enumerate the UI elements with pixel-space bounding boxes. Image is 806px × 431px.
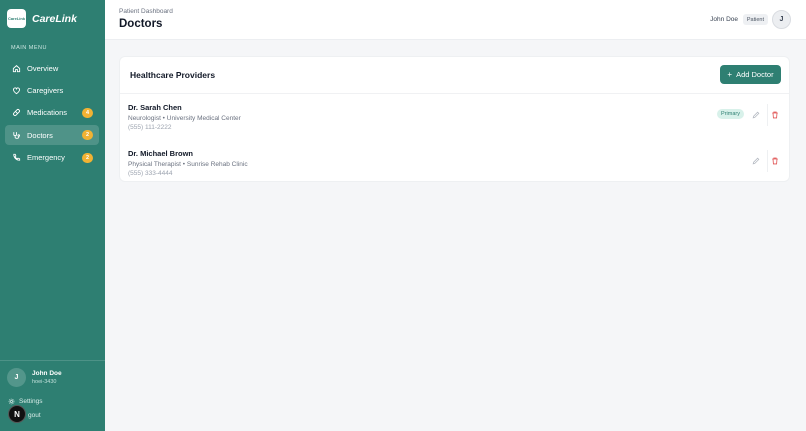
sidebar-item-label: Medications	[27, 108, 68, 118]
role-badge: Patient	[742, 14, 768, 25]
card-title: Healthcare Providers	[130, 70, 216, 80]
trash-icon[interactable]	[770, 156, 779, 165]
logout-link[interactable]: gout	[28, 412, 41, 419]
doctor-name: Dr. Michael Brown	[128, 149, 194, 158]
plus-icon: +	[727, 70, 733, 79]
add-doctor-button[interactable]: + Add Doctor	[720, 65, 781, 84]
user-text: John Doe hoei-3430	[32, 370, 62, 385]
primary-badge: Primary	[717, 109, 744, 119]
pill-icon	[11, 108, 21, 118]
doctor-phone: (555) 111-2222	[128, 124, 172, 131]
main-nav: Overview Caregivers Medications 4 Doctor…	[5, 58, 99, 170]
page-title: Doctors	[119, 18, 163, 30]
avatar: J	[7, 368, 26, 387]
app-name: CareLink	[32, 12, 77, 25]
emergency-count-badge: 2	[82, 152, 93, 163]
sidebar-item-caregivers[interactable]: Caregivers	[5, 80, 99, 100]
providers-card: Healthcare Providers + Add Doctor Dr. Sa…	[119, 56, 790, 182]
doctor-specialty: Physical Therapist • Sunrise Rehab Clini…	[128, 161, 248, 168]
breadcrumb: Patient Dashboard	[119, 8, 173, 15]
doctor-phone: (555) 333-4444	[128, 170, 173, 177]
sidebar: CareLink CareLink MAIN MENU Overview Car…	[0, 0, 105, 431]
trash-icon[interactable]	[770, 110, 779, 119]
logo-text: CareLink	[7, 16, 26, 21]
header-user-name: John Doe	[710, 16, 738, 23]
action-divider	[767, 150, 768, 172]
brand[interactable]: CareLink CareLink	[7, 9, 77, 28]
top-header: Patient Dashboard Doctors John Doe Patie…	[105, 0, 806, 40]
header-avatar[interactable]: J	[772, 10, 791, 29]
doctor-name: Dr. Sarah Chen	[128, 103, 182, 112]
menu-section-title: MAIN MENU	[11, 45, 47, 51]
gear-icon	[8, 398, 15, 405]
heart-icon	[11, 85, 21, 95]
stethoscope-icon	[11, 130, 21, 140]
sidebar-item-doctors[interactable]: Doctors 2	[5, 125, 99, 146]
sidebar-item-medications[interactable]: Medications 4	[5, 103, 99, 123]
settings-label: Settings	[19, 398, 43, 405]
action-divider	[767, 104, 768, 126]
user-id: hoei-3430	[32, 379, 57, 385]
logout-label: gout	[28, 412, 41, 419]
sidebar-item-overview[interactable]: Overview	[5, 58, 99, 78]
doctor-specialty: Neurologist • University Medical Center	[128, 115, 241, 122]
sidebar-divider	[0, 360, 105, 361]
n-floating-badge[interactable]: N	[8, 405, 26, 423]
edit-icon[interactable]	[751, 110, 760, 119]
user-name: John Doe	[32, 370, 62, 377]
card-header: Healthcare Providers + Add Doctor	[120, 57, 789, 94]
settings-link[interactable]: Settings	[8, 398, 43, 405]
doctors-count-badge: 2	[82, 130, 93, 141]
sidebar-user[interactable]: J John Doe hoei-3430	[7, 368, 62, 387]
sidebar-item-emergency[interactable]: Emergency 2	[5, 148, 99, 168]
medications-count-badge: 4	[82, 107, 93, 118]
edit-icon[interactable]	[751, 156, 760, 165]
home-icon	[11, 63, 21, 73]
carelink-logo: CareLink	[7, 9, 26, 28]
phone-icon	[11, 153, 21, 163]
sidebar-item-label: Caregivers	[27, 85, 64, 95]
doctor-row[interactable]: Dr. Sarah Chen Neurologist • University …	[120, 94, 789, 139]
sidebar-item-label: Emergency	[27, 153, 65, 163]
sidebar-item-label: Overview	[27, 63, 59, 73]
doctor-row[interactable]: Dr. Michael Brown Physical Therapist • S…	[120, 140, 789, 185]
add-doctor-label: Add Doctor	[736, 70, 774, 79]
sidebar-item-label: Doctors	[27, 130, 53, 140]
